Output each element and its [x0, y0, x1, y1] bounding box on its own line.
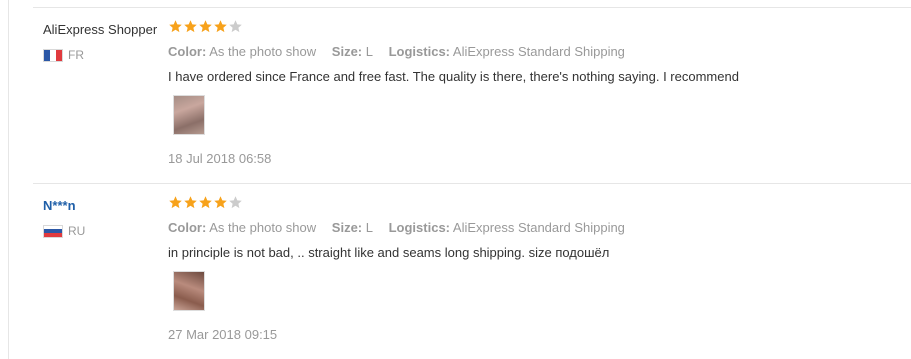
russia-flag-icon	[43, 224, 63, 238]
color-label: Color:	[168, 44, 207, 59]
reviewer-name: AliExpress Shopper	[43, 22, 158, 37]
size-value: L	[365, 44, 373, 59]
star-filled-icon	[169, 196, 182, 209]
logistics-value: AliExpress Standard Shipping	[452, 44, 625, 59]
reviewer-country: RU	[43, 224, 85, 238]
color-value: As the photo show	[209, 220, 317, 235]
order-info: Color: As the photo show Size: L Logisti…	[168, 44, 625, 59]
star-filled-icon	[199, 20, 212, 33]
star-empty-icon	[229, 196, 242, 209]
review-date: 27 Mar 2018 09:15	[168, 327, 278, 342]
star-filled-icon	[214, 196, 227, 209]
review-photo-thumbnail[interactable]	[173, 95, 205, 135]
size-value: L	[365, 220, 373, 235]
review-item: AliExpress Shopper FR Color: As the phot…	[0, 8, 911, 183]
review-item: N***n RU Color: As the photo show Size: …	[0, 184, 911, 359]
star-empty-icon	[229, 20, 242, 33]
logistics-label: Logistics:	[388, 44, 451, 59]
star-rating	[168, 19, 243, 34]
color-value: As the photo show	[209, 44, 317, 59]
review-text: I have ordered since France and free fas…	[168, 69, 739, 84]
star-rating	[168, 195, 243, 210]
order-info: Color: As the photo show Size: L Logisti…	[168, 220, 625, 235]
star-filled-icon	[169, 20, 182, 33]
reviewer-country: FR	[43, 48, 84, 62]
color-label: Color:	[168, 220, 207, 235]
star-filled-icon	[184, 196, 197, 209]
review-text: in principle is not bad, .. straight lik…	[168, 245, 610, 260]
country-code: FR	[68, 48, 84, 62]
review-date: 18 Jul 2018 06:58	[168, 151, 272, 166]
review-photo-thumbnail[interactable]	[173, 271, 205, 311]
country-code: RU	[68, 224, 86, 238]
size-label: Size:	[331, 44, 363, 59]
france-flag-icon	[43, 48, 63, 62]
logistics-label: Logistics:	[388, 220, 451, 235]
star-filled-icon	[184, 20, 197, 33]
size-label: Size:	[331, 220, 363, 235]
star-filled-icon	[214, 20, 227, 33]
reviewer-name-link[interactable]: N***n	[43, 198, 76, 213]
star-filled-icon	[199, 196, 212, 209]
logistics-value: AliExpress Standard Shipping	[452, 220, 625, 235]
feedback-list: AliExpress Shopper FR Color: As the phot…	[0, 0, 911, 359]
